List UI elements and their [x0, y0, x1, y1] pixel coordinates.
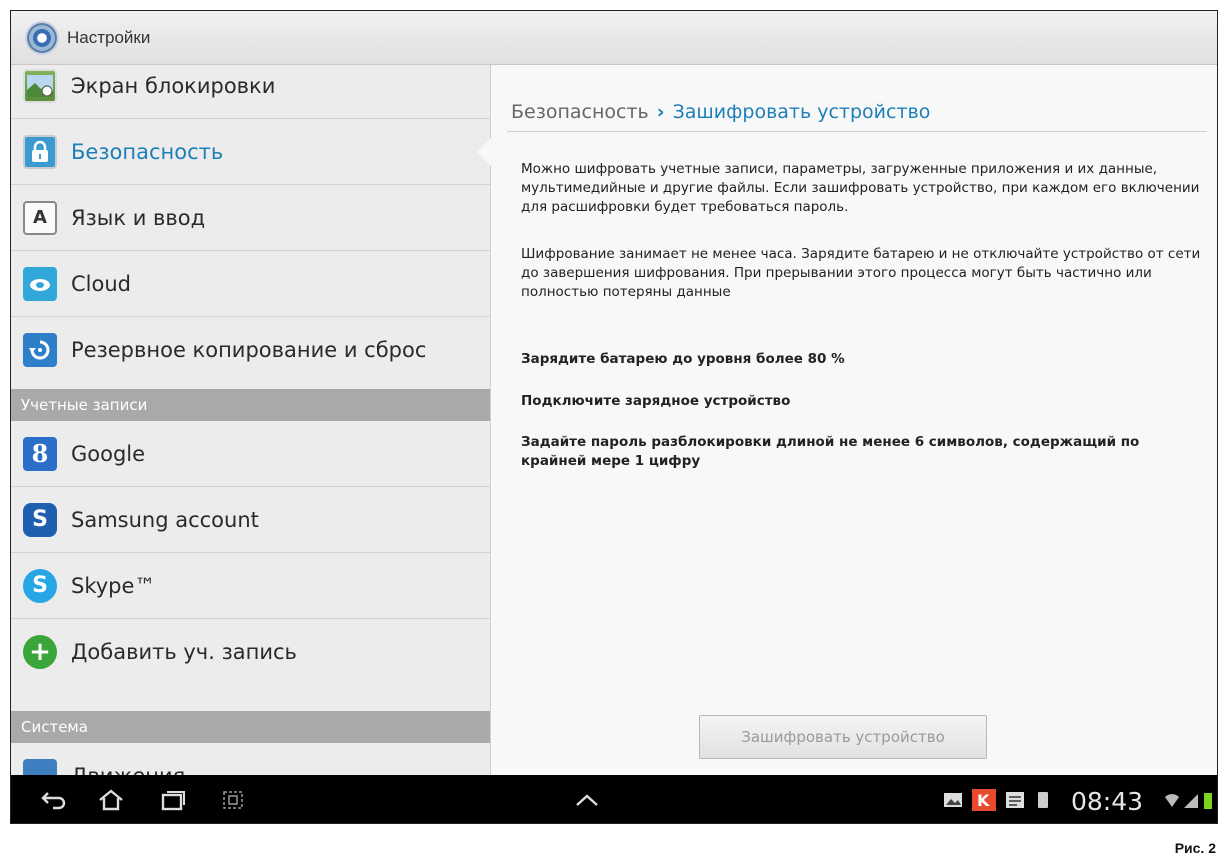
page-title: Зашифровать устройство — [672, 101, 931, 123]
selection-pointer — [477, 137, 492, 167]
sidebar-item-skype[interactable]: S Skype™ — [11, 553, 490, 619]
breadcrumb-parent[interactable]: Безопасность — [511, 101, 649, 123]
notes-icon — [1003, 785, 1027, 815]
sidebar-item-label: Безопасность — [71, 139, 224, 164]
sidebar-item-language[interactable]: A Язык и ввод — [11, 185, 490, 251]
description-text: Можно шифровать учетные записи, параметр… — [521, 161, 1200, 215]
requirement-password: Задайте пароль разблокировки длиной не м… — [521, 434, 1140, 469]
system-bar: K 08:43 — [11, 775, 1217, 823]
sidebar-item-security[interactable]: Безопасность — [11, 119, 490, 185]
lock-screen-icon — [23, 68, 57, 103]
sidebar-item-motion[interactable]: Движения — [11, 743, 490, 775]
frame: Настройки Экран блокировки Безопасность … — [0, 0, 1218, 858]
sidebar-item-label: Skype™ — [71, 573, 156, 598]
sidebar-item-label: Google — [71, 441, 146, 466]
tablet-screen: Настройки Экран блокировки Безопасность … — [10, 10, 1218, 824]
section-header-system: Система — [11, 711, 490, 743]
gallery-icon — [941, 785, 965, 815]
breadcrumb-separator-icon: › — [656, 101, 665, 123]
screenshot-icon[interactable] — [217, 785, 249, 815]
breadcrumb: Безопасность › Зашифровать устройство — [511, 101, 930, 123]
sidebar-item-label: Cloud — [71, 271, 131, 296]
add-account-icon: + — [23, 635, 57, 669]
sd-icon — [1033, 785, 1053, 815]
encrypt-device-button[interactable]: Зашифровать устройство — [699, 715, 987, 759]
sidebar-item-label: Добавить уч. запись — [71, 640, 297, 664]
settings-icon[interactable] — [27, 22, 57, 53]
cloud-icon — [23, 266, 57, 301]
language-icon: A — [23, 200, 57, 235]
up-arrow-icon[interactable] — [571, 785, 603, 815]
sidebar-item-backup[interactable]: Резервное копирование и сброс — [11, 317, 490, 383]
battery-icon — [1201, 785, 1215, 815]
google-icon: 8 — [23, 436, 57, 471]
detail-panel: Безопасность › Зашифровать устройство Мо… — [491, 65, 1217, 775]
requirement-charger: Подключите зарядное устройство — [521, 393, 791, 409]
security-lock-icon — [23, 134, 57, 169]
sidebar-item-label: Samsung account — [71, 507, 259, 532]
sidebar-item-label: Резервное копирование и сброс — [71, 338, 427, 362]
title-bar: Настройки — [11, 11, 1217, 65]
motion-icon — [23, 759, 57, 775]
recent-apps-icon[interactable] — [157, 785, 189, 815]
sidebar-item-google[interactable]: 8 Google — [11, 421, 490, 487]
backup-icon — [23, 333, 57, 367]
skype-icon: S — [23, 568, 57, 603]
sidebar-item-label: Движения — [71, 764, 185, 775]
wifi-icon — [1161, 785, 1183, 815]
kaspersky-icon: K — [969, 785, 999, 815]
sidebar-item-cloud[interactable]: Cloud — [11, 251, 490, 317]
figure-caption: Рис. 2 — [1174, 840, 1216, 856]
divider — [507, 131, 1207, 132]
sidebar-item-lock-screen[interactable]: Экран блокировки — [11, 65, 490, 119]
sidebar-item-add-account[interactable]: + Добавить уч. запись — [11, 619, 490, 685]
signal-icon — [1181, 785, 1201, 815]
app-title: Настройки — [67, 27, 151, 47]
samsung-icon: S — [23, 502, 57, 537]
section-header-accounts: Учетные записи — [11, 389, 490, 421]
sidebar-item-samsung-account[interactable]: S Samsung account — [11, 487, 490, 553]
sidebar-item-label: Экран блокировки — [71, 73, 276, 98]
back-icon[interactable] — [37, 785, 69, 815]
warning-text: Шифрование занимает не менее часа. Заряд… — [521, 246, 1201, 300]
requirement-battery: Зарядите батарею до уровня более 80 % — [521, 351, 845, 367]
home-icon[interactable] — [95, 785, 127, 815]
settings-sidebar: Экран блокировки Безопасность A Язык и в… — [11, 65, 491, 775]
svg-text:K: K — [977, 791, 990, 810]
status-time: 08:43 — [1071, 787, 1144, 816]
sidebar-item-label: Язык и ввод — [71, 205, 206, 230]
